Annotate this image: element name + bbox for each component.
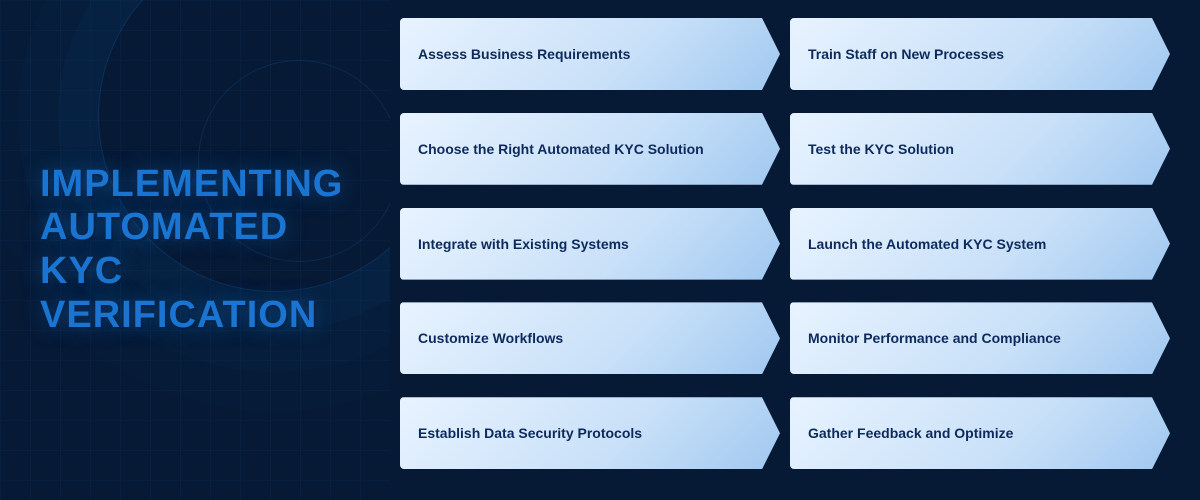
button-label-choose: Choose the Right Automated KYC Solution [418, 140, 722, 158]
button-assess[interactable]: Assess Business Requirements [400, 18, 780, 90]
button-label-customize: Customize Workflows [418, 329, 581, 347]
button-customize[interactable]: Customize Workflows [400, 302, 780, 374]
button-train[interactable]: Train Staff on New Processes [790, 18, 1170, 90]
button-launch[interactable]: Launch the Automated KYC System [790, 208, 1170, 280]
button-gather[interactable]: Gather Feedback and Optimize [790, 397, 1170, 469]
button-label-establish: Establish Data Security Protocols [418, 424, 660, 442]
button-label-monitor: Monitor Performance and Compliance [808, 329, 1079, 347]
button-monitor[interactable]: Monitor Performance and Compliance [790, 302, 1170, 374]
left-panel: IMPLEMENTING AUTOMATED KYC VERIFICATION [0, 0, 390, 500]
buttons-grid: Assess Business Requirements Train Staff … [390, 0, 1200, 500]
button-establish[interactable]: Establish Data Security Protocols [400, 397, 780, 469]
button-choose[interactable]: Choose the Right Automated KYC Solution [400, 113, 780, 185]
button-label-test: Test the KYC Solution [808, 140, 972, 158]
button-label-assess: Assess Business Requirements [418, 45, 648, 63]
button-integrate[interactable]: Integrate with Existing Systems [400, 208, 780, 280]
button-label-launch: Launch the Automated KYC System [808, 235, 1064, 253]
button-test[interactable]: Test the KYC Solution [790, 113, 1170, 185]
button-label-gather: Gather Feedback and Optimize [808, 424, 1031, 442]
button-label-integrate: Integrate with Existing Systems [418, 235, 647, 253]
page-title: IMPLEMENTING AUTOMATED KYC VERIFICATION [40, 163, 350, 338]
button-label-train: Train Staff on New Processes [808, 45, 1022, 63]
